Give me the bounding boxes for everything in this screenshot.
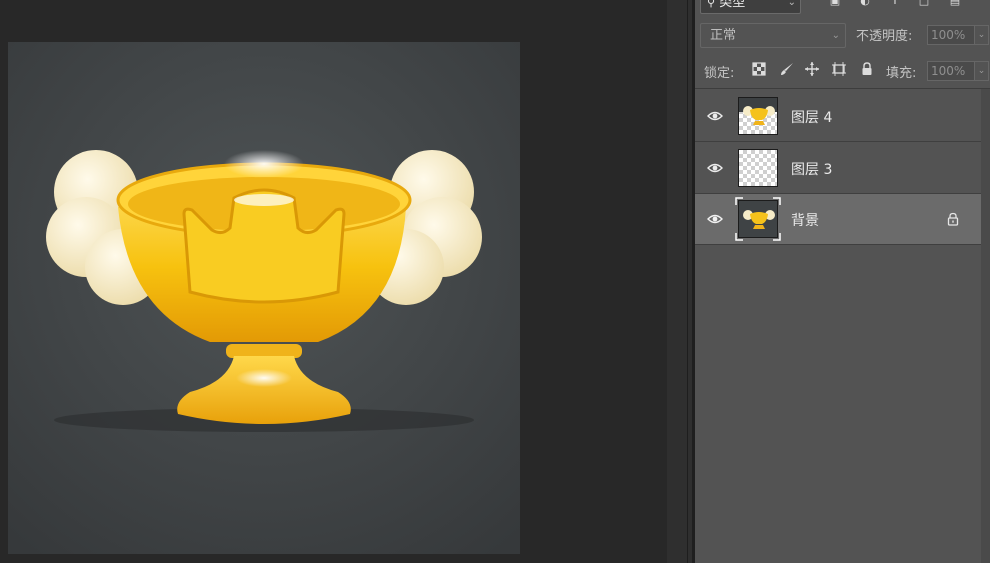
lock-image-pixels-icon[interactable] (779, 61, 795, 77)
fill-dropdown-button[interactable]: ⌄ (975, 61, 989, 81)
lock-transparent-pixels-icon[interactable] (751, 61, 767, 77)
layer-filter-row: ⚲ 类型 ⌄ ▣ ◐ T □ ▤ (695, 0, 990, 18)
layers-scrollbar[interactable] (981, 89, 990, 563)
lock-label: 锁定: (704, 66, 735, 81)
panel-divider (695, 88, 990, 89)
layer-row-background[interactable]: 背景 (695, 194, 981, 245)
lock-all-icon[interactable] (859, 61, 875, 77)
panel-gutter[interactable] (667, 0, 695, 563)
layer-thumbnail[interactable] (738, 149, 778, 187)
layer-row-layer-4[interactable]: 图层 4 (695, 91, 981, 142)
layer-row-layer-3[interactable]: 图层 3 (695, 143, 981, 194)
lock-icon[interactable] (946, 212, 960, 226)
opacity-input[interactable]: 100% (927, 25, 975, 45)
fill-input[interactable]: 100% (927, 61, 975, 81)
document-canvas-area[interactable] (0, 0, 667, 563)
opacity-dropdown-button[interactable]: ⌄ (975, 25, 989, 45)
eye-icon[interactable] (707, 108, 723, 124)
image-filter-icon[interactable]: ▣ (828, 0, 842, 7)
filter-type-select[interactable]: ⚲ 类型 ⌄ (700, 0, 801, 14)
eye-icon[interactable] (707, 211, 723, 227)
type-filter-icon[interactable]: T (888, 0, 902, 7)
blend-mode-value: 正常 (710, 28, 737, 43)
layers-panel: ⚲ 类型 ⌄ ▣ ◐ T □ ▤ 正常 ⌄ 不透明度: 100% ⌄ 锁定: 填… (695, 0, 990, 563)
shape-filter-icon[interactable]: □ (917, 0, 931, 7)
chevron-down-icon: ⌄ (831, 30, 840, 41)
adjustment-filter-icon[interactable]: ◐ (858, 0, 872, 7)
trophy-thumbnail-icon (743, 210, 775, 229)
lock-row: 锁定: 填充: 100% ⌄ (695, 59, 990, 81)
filter-type-label: 类型 (719, 0, 746, 10)
chevron-down-icon: ⌄ (787, 0, 796, 8)
lock-artboard-icon[interactable] (831, 61, 847, 77)
layer-name[interactable]: 图层 3 (791, 159, 832, 179)
eye-icon[interactable] (707, 160, 723, 176)
gutter-divider (687, 0, 688, 563)
layer-thumbnail[interactable] (738, 97, 778, 135)
trophy-artwork (8, 42, 520, 554)
layer-name[interactable]: 图层 4 (791, 107, 832, 127)
layer-thumbnail[interactable] (738, 200, 778, 238)
opacity-label: 不透明度: (856, 29, 913, 44)
smart-object-filter-icon[interactable]: ▤ (948, 0, 962, 7)
search-icon: ⚲ (707, 0, 716, 9)
blend-mode-select[interactable]: 正常 ⌄ (700, 23, 846, 48)
layer-name[interactable]: 背景 (791, 210, 819, 230)
trophy-thumbnail-icon (739, 98, 777, 125)
lock-position-icon[interactable] (804, 61, 820, 77)
document-image[interactable] (8, 42, 520, 554)
fill-label: 填充: (886, 66, 917, 81)
